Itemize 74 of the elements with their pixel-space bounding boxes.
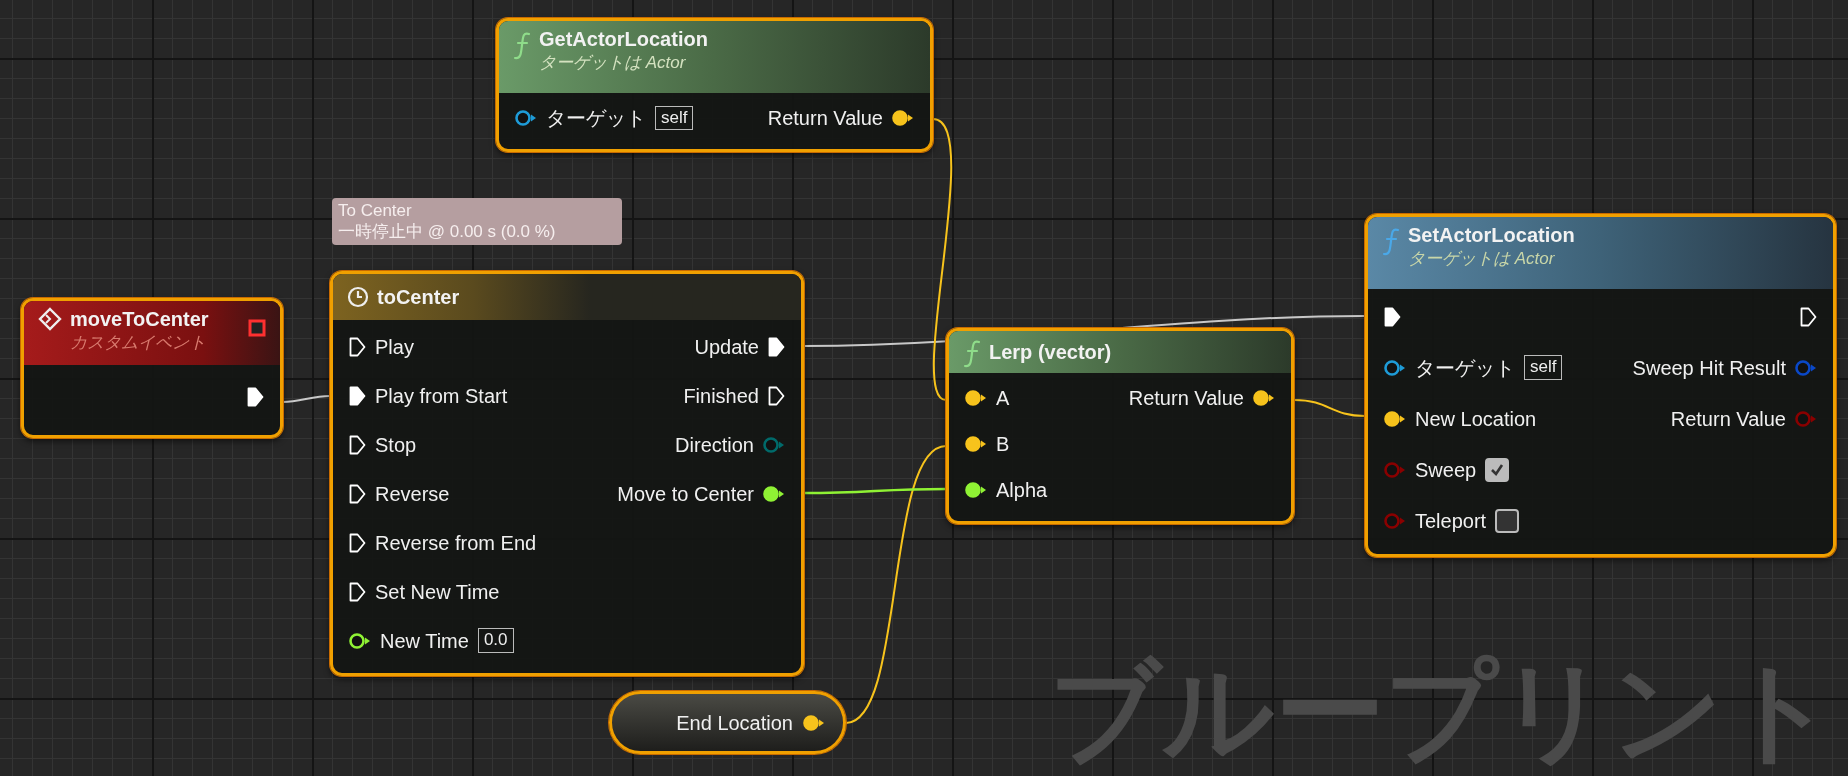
data-pin[interactable] (763, 484, 785, 503)
exec-pin[interactable] (1384, 306, 1401, 327)
checkbox[interactable] (1495, 508, 1520, 533)
function-icon (513, 31, 531, 61)
node-subtitle: ターゲットは Actor (539, 52, 687, 74)
exec-pin[interactable] (768, 385, 785, 406)
pin-label: Return Value (1670, 406, 1786, 432)
pin-label: Sweep Hit Result (1632, 355, 1786, 381)
pin-label: Move to Center (617, 481, 754, 507)
exec-pin[interactable] (349, 532, 366, 553)
node-title: SetActorLocation (1408, 223, 1576, 248)
data-pin[interactable] (515, 109, 537, 127)
pin-label: Alpha (996, 478, 1048, 503)
data-pin[interactable] (1384, 409, 1406, 428)
pin-label: New Time (380, 628, 469, 654)
pin-label: Set New Time (375, 579, 500, 605)
pin-label: ターゲット (546, 106, 646, 131)
exec-pin[interactable] (349, 483, 366, 504)
function-icon (963, 339, 981, 369)
variable-node[interactable]: End Location (609, 691, 846, 754)
pin-label: Reverse (375, 481, 450, 507)
node-subtitle: カスタムイベント (70, 332, 207, 354)
exec-pin[interactable] (768, 336, 785, 357)
pin-label: Return Value (767, 106, 883, 131)
default-value-field[interactable]: 0.0 (477, 628, 514, 653)
node-title: Lerp (vector) (989, 339, 1113, 365)
exec-pin[interactable] (1800, 306, 1817, 327)
function-node[interactable]: GetActorLocation ターゲットは Actor ターゲット self Return Value (496, 18, 933, 152)
node-title: GetActorLocation (539, 27, 709, 52)
pin-label: Stop (375, 432, 417, 458)
delegate-pin[interactable] (248, 319, 266, 337)
default-value-field[interactable]: self (1524, 355, 1563, 380)
event-node[interactable]: moveToCenter カスタムイベント (21, 298, 283, 438)
exec-pin[interactable] (349, 385, 366, 406)
pin-label: Return Value (1128, 386, 1244, 411)
pin-label: B (996, 432, 1010, 457)
node-title: moveToCenter (70, 307, 210, 332)
pin-label: Teleport (1415, 508, 1487, 534)
pin-label: New Location (1415, 406, 1537, 432)
node-title: End Location (676, 710, 793, 736)
data-pin[interactable] (965, 435, 987, 453)
node-subtitle: ターゲットは Actor (1408, 248, 1556, 270)
exec-pin[interactable] (349, 434, 366, 455)
data-pin[interactable] (349, 631, 371, 650)
pin-label: Reverse from End (375, 530, 537, 556)
node-title: toCenter (377, 284, 461, 310)
data-pin[interactable] (803, 713, 825, 732)
data-pin[interactable] (1384, 358, 1406, 377)
function-node[interactable]: Lerp (vector) A B Alpha Return Value (946, 328, 1294, 524)
data-pin[interactable] (892, 109, 914, 127)
checkbox[interactable] (1485, 457, 1510, 482)
clock-icon (347, 286, 369, 308)
exec-pin[interactable] (349, 336, 366, 357)
pin-label: A (996, 386, 1010, 411)
data-pin[interactable] (965, 389, 987, 407)
tooltip-text: To Center (338, 200, 413, 222)
pin-label: Play from Start (375, 383, 508, 409)
pin-label: Sweep (1415, 457, 1477, 483)
function-icon (1382, 227, 1400, 257)
wire (282, 395, 331, 403)
function-node[interactable]: SetActorLocation ターゲットは Actor ターゲット self New Location Sweep Teleport Sweep Hit Result Return Value (1365, 214, 1836, 557)
exec-pin[interactable] (349, 581, 366, 602)
pin-label: Finished (683, 383, 759, 409)
pin-label: Update (694, 334, 759, 360)
data-pin[interactable] (1253, 389, 1275, 407)
pin-label: Play (375, 334, 414, 360)
event-icon (38, 307, 62, 331)
default-value-field[interactable]: self (655, 105, 694, 131)
timeline-node[interactable]: toCenter Play Play from Start Stop Reverse Reverse from End Set New Time New Time 0.0 Update Finished Direction Move to Center (330, 271, 804, 676)
pin-label: Direction (675, 432, 754, 458)
tooltip-text: 一時停止中 @ 0.00 s (0.0 %) (338, 221, 557, 243)
data-pin[interactable] (965, 481, 987, 499)
pin-label: ターゲット (1415, 355, 1515, 381)
exec-pin[interactable] (247, 387, 264, 407)
